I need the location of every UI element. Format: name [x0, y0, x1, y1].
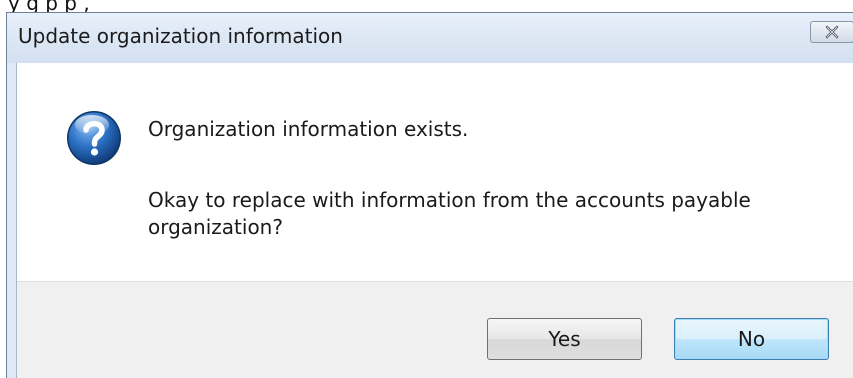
screen: y g p p , Update organization informatio…	[0, 0, 853, 378]
title-bar[interactable]: Update organization information	[7, 13, 853, 63]
message-area: Organization information exists. Okay to…	[17, 63, 853, 281]
no-button[interactable]: No	[674, 318, 829, 360]
close-button[interactable]	[810, 21, 853, 43]
dialog-body: Organization information exists. Okay to…	[16, 63, 853, 378]
close-icon	[825, 25, 839, 39]
question-icon	[67, 111, 121, 165]
message-primary: Organization information exists.	[148, 117, 469, 141]
dialog-window: Update organization information Organiza…	[6, 12, 853, 378]
dialog-title: Update organization information	[18, 24, 343, 48]
button-bar: Yes No	[17, 281, 853, 378]
message-secondary: Okay to replace with information from th…	[148, 188, 751, 239]
yes-button[interactable]: Yes	[487, 318, 642, 360]
